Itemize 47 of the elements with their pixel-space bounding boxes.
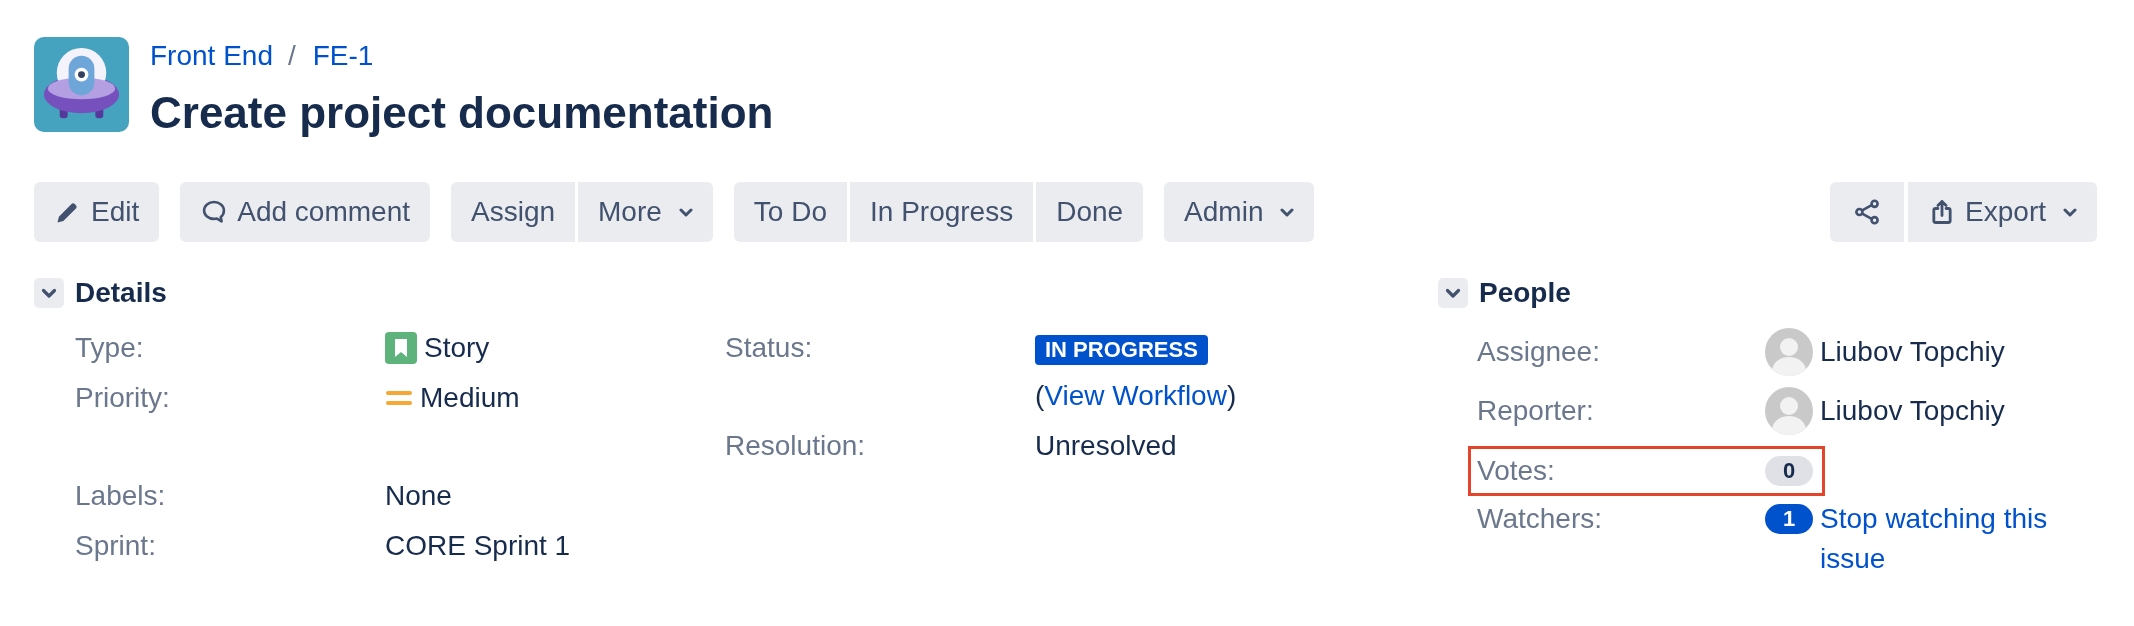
field-label: Watchers:	[1477, 502, 1603, 536]
field-value: None	[385, 480, 452, 511]
vote-count: 0	[1765, 456, 1813, 486]
view-workflow-link[interactable]: View Workflow	[1044, 380, 1227, 411]
share-button[interactable]	[1830, 182, 1905, 242]
avatar-icon	[1765, 387, 1813, 435]
field-label: Labels:	[75, 479, 167, 513]
field-label: Status:	[725, 331, 814, 365]
breadcrumb-link[interactable]: FE-1	[312, 37, 374, 75]
field-value: Medium	[420, 381, 520, 415]
field-label: Reporter:	[1477, 394, 1595, 428]
breadcrumb-link[interactable]: Front End	[150, 37, 273, 75]
chevron-icon[interactable]	[1438, 278, 1468, 308]
bookmark-icon	[385, 332, 417, 364]
dropdown-button[interactable]: More	[578, 182, 713, 242]
user-name: Liubov Topchiy	[1820, 335, 2005, 369]
issue-title: Create project documentation	[150, 87, 774, 139]
field-value: Unresolved	[1035, 430, 1177, 461]
field-label: Priority:	[75, 381, 171, 415]
toolbar-button[interactable]: Assign	[451, 182, 576, 242]
stop-watching-link[interactable]: Stop watching this issue	[1820, 499, 2097, 579]
field-label: Assignee:	[1477, 335, 1601, 369]
avatar-icon	[1765, 328, 1813, 376]
field-value: Story	[424, 331, 490, 365]
field-label: Sprint:	[75, 529, 157, 563]
project-logo-icon	[34, 37, 129, 132]
comment-button[interactable]: Add comment	[180, 182, 430, 242]
dropdown-button[interactable]: Admin	[1164, 182, 1315, 242]
share-icon	[1853, 198, 1882, 226]
toolbar-button[interactable]: Done	[1036, 182, 1144, 242]
toolbar-button[interactable]: In Progress	[850, 182, 1034, 242]
field-label: Votes:	[1477, 454, 1556, 488]
field-label: Type:	[75, 331, 145, 365]
field-value: CORE Sprint 1	[385, 530, 571, 561]
field-label: Resolution:	[725, 429, 867, 463]
workflow-note: (View Workflow)	[1035, 379, 1237, 413]
chevron-icon[interactable]	[34, 278, 64, 308]
section-heading: Details	[75, 278, 167, 308]
status-lozenge: IN PROGRESS	[1035, 334, 1208, 365]
priority-icon	[385, 388, 413, 408]
toolbar-button[interactable]: To Do	[733, 182, 847, 242]
export-button[interactable]: Export	[1908, 182, 2097, 242]
section-heading: People	[1479, 278, 1571, 308]
user-name: Liubov Topchiy	[1820, 394, 2005, 428]
breadcrumb-separator: /	[287, 39, 296, 73]
watcher-count: 1	[1765, 504, 1813, 534]
edit-button[interactable]: Edit	[34, 182, 160, 242]
